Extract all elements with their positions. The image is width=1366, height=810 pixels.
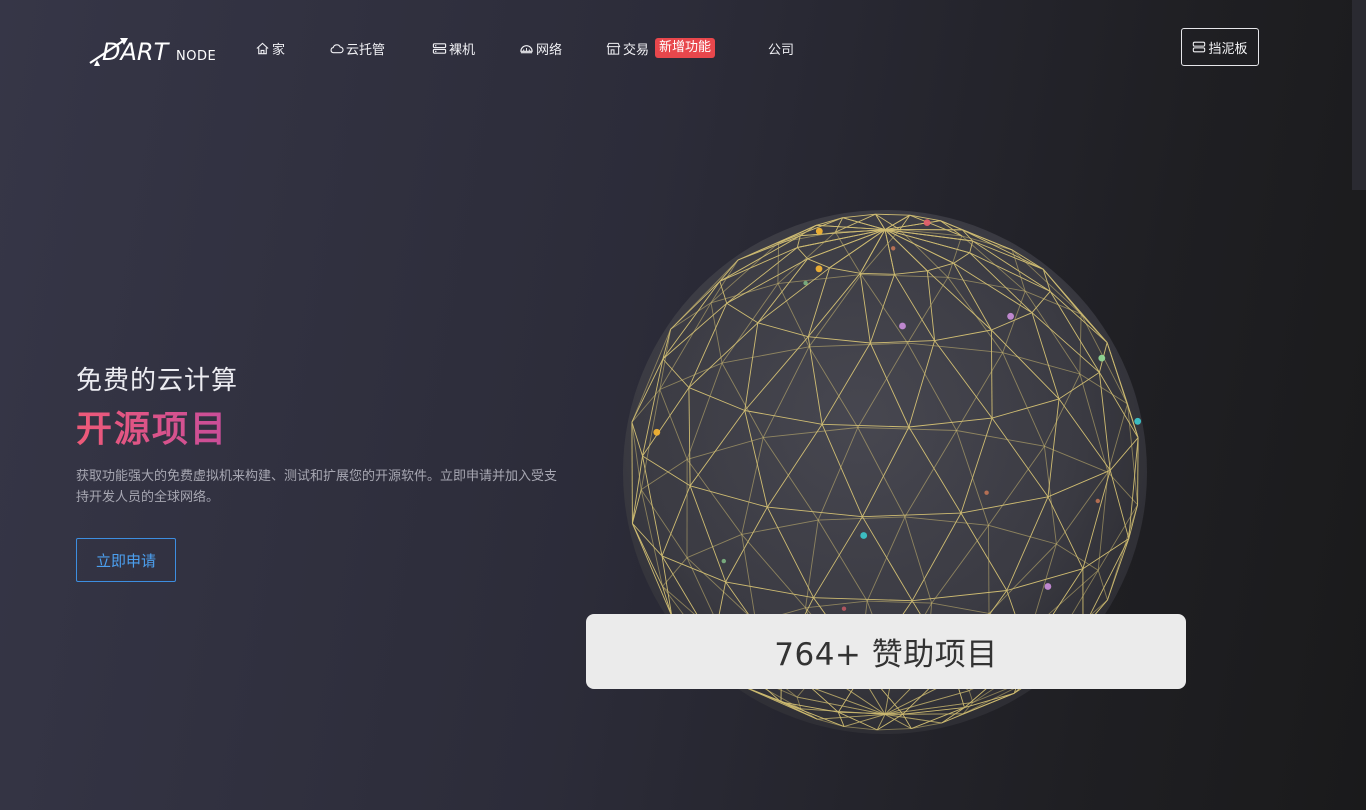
new-feature-badge: 新增功能 (655, 38, 716, 58)
top-nav: DART NODE 家 云托管 裸机 网络 交易 新增功能 公司 挡泥板 (0, 0, 1366, 96)
nav-item-label: 云托管 (346, 42, 386, 58)
dartnode-logo[interactable]: DART NODE (86, 30, 236, 70)
network-icon (520, 44, 533, 53)
dashboard-button-label: 挡泥板 (1208, 41, 1248, 57)
nav-item-network[interactable]: 网络 (519, 38, 562, 58)
nav-item-marketplace[interactable]: 交易 新增功能 (606, 38, 716, 58)
globe-node (1098, 354, 1106, 362)
apply-now-button[interactable]: 立即申请 (76, 538, 176, 582)
globe-node (984, 490, 989, 495)
cloud-icon (330, 43, 344, 53)
hero-title: 开源项目 (76, 400, 228, 452)
nav-item-label: 家 (272, 42, 286, 58)
globe-node (841, 606, 847, 611)
server-icon (1193, 41, 1206, 53)
logo-wordmark-node: NODE (176, 49, 216, 64)
logo-wordmark-dart: DART (102, 38, 171, 66)
globe-node (923, 219, 931, 226)
store-icon (606, 42, 621, 55)
nav-item-label: 交易 (623, 42, 650, 58)
nav-item-label: 公司 (768, 42, 795, 58)
globe-node (1134, 417, 1142, 425)
hero-description: 获取功能强大的免费虚拟机来构建、测试和扩展您的开源软件。立即申请并加入受支持开发… (76, 469, 558, 505)
server-icon (432, 42, 447, 54)
globe-wire (1137, 437, 1139, 505)
globe-node (1095, 498, 1100, 504)
globe-node (860, 532, 868, 539)
globe-node (1044, 583, 1052, 590)
globe-node (1007, 312, 1014, 320)
nav-item-bare-metal[interactable]: 裸机 (432, 38, 475, 58)
globe-wire (988, 525, 990, 614)
globe-node (803, 280, 808, 286)
nav-item-cloud-hosting[interactable]: 云托管 (329, 38, 385, 58)
globe-node (653, 428, 661, 436)
globe-node (899, 322, 906, 330)
globe-node (815, 227, 823, 235)
globe-node (815, 265, 823, 273)
globe-node (891, 246, 896, 251)
nav-item-company[interactable]: 公司 (768, 38, 794, 58)
nav-item-home[interactable]: 家 (255, 38, 285, 58)
nav-item-label: 网络 (536, 42, 563, 58)
hero-subtitle: 免费的云计算 (76, 366, 239, 396)
globe-wire (631, 422, 633, 524)
globe-node (721, 558, 726, 564)
nav-item-label: 裸机 (449, 42, 476, 58)
dashboard-button[interactable]: 挡泥板 (1181, 28, 1259, 66)
home-icon (256, 42, 269, 54)
sponsored-projects-counter: 764+ 赞助项目 (586, 614, 1186, 689)
